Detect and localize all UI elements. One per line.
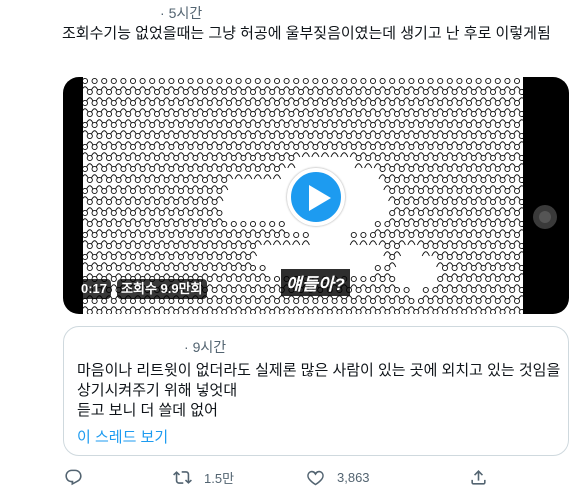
reply-icon xyxy=(65,469,82,486)
play-button[interactable] xyxy=(287,168,345,226)
separator-dot: · xyxy=(184,339,193,355)
reply-button[interactable] xyxy=(64,468,83,487)
separator-dot: · xyxy=(160,5,165,21)
video-subtitle: 얘들아? xyxy=(281,269,351,296)
like-count: 3,863 xyxy=(337,470,370,485)
retweet-count: 1.5만 xyxy=(204,471,235,486)
heart-icon xyxy=(307,470,324,486)
like-button[interactable]: 3,863 xyxy=(306,468,370,487)
video-view-count: 조회수 9.9만회 xyxy=(117,279,207,299)
share-button[interactable] xyxy=(469,468,488,487)
video-player[interactable]: 얘들아? 0:17 조회수 9.9만회 xyxy=(63,77,569,314)
play-icon xyxy=(309,185,331,211)
tweet-text: 조회수기능 없었을때는 그냥 허공에 울부짖음이였는데 생기고 난 후로 이렇게… xyxy=(62,25,551,42)
quoted-tweet[interactable]: · 9시간 마음이나 리트윗이 없더라도 실제론 많은 사람이 있는 곳에 외치… xyxy=(63,326,569,456)
show-thread-link[interactable]: 이 스레드 보기 xyxy=(77,426,168,447)
retweet-button[interactable]: 1.5만 xyxy=(173,468,234,487)
quoted-tweet-text: 마음이나 리트윗이 없더라도 실제론 많은 사람이 있는 곳에 외치고 있는 것… xyxy=(77,361,562,421)
quoted-tweet-header: · 9시간 xyxy=(184,337,226,357)
quoted-tweet-timestamp: 9시간 xyxy=(192,339,227,355)
tweet-header: · 5시간 xyxy=(62,3,202,23)
retweet-icon xyxy=(173,471,192,484)
video-duration: 0:17 xyxy=(77,279,112,299)
tweet-timestamp[interactable]: 5시간 xyxy=(169,3,203,23)
video-meta: 0:17 조회수 9.9만회 xyxy=(77,279,207,299)
tweet-actions: 1.5만 3,863 xyxy=(62,468,567,492)
share-icon xyxy=(471,470,486,485)
quoted-tweet-line: 마음이나 리트윗이 없더라도 실제론 많은 사람이 있는 곳에 외치고 있는 것… xyxy=(77,362,561,399)
quoted-tweet-line: 듣고 보니 더 쓸데 없어 xyxy=(77,402,218,419)
video-side-dot xyxy=(533,205,557,229)
